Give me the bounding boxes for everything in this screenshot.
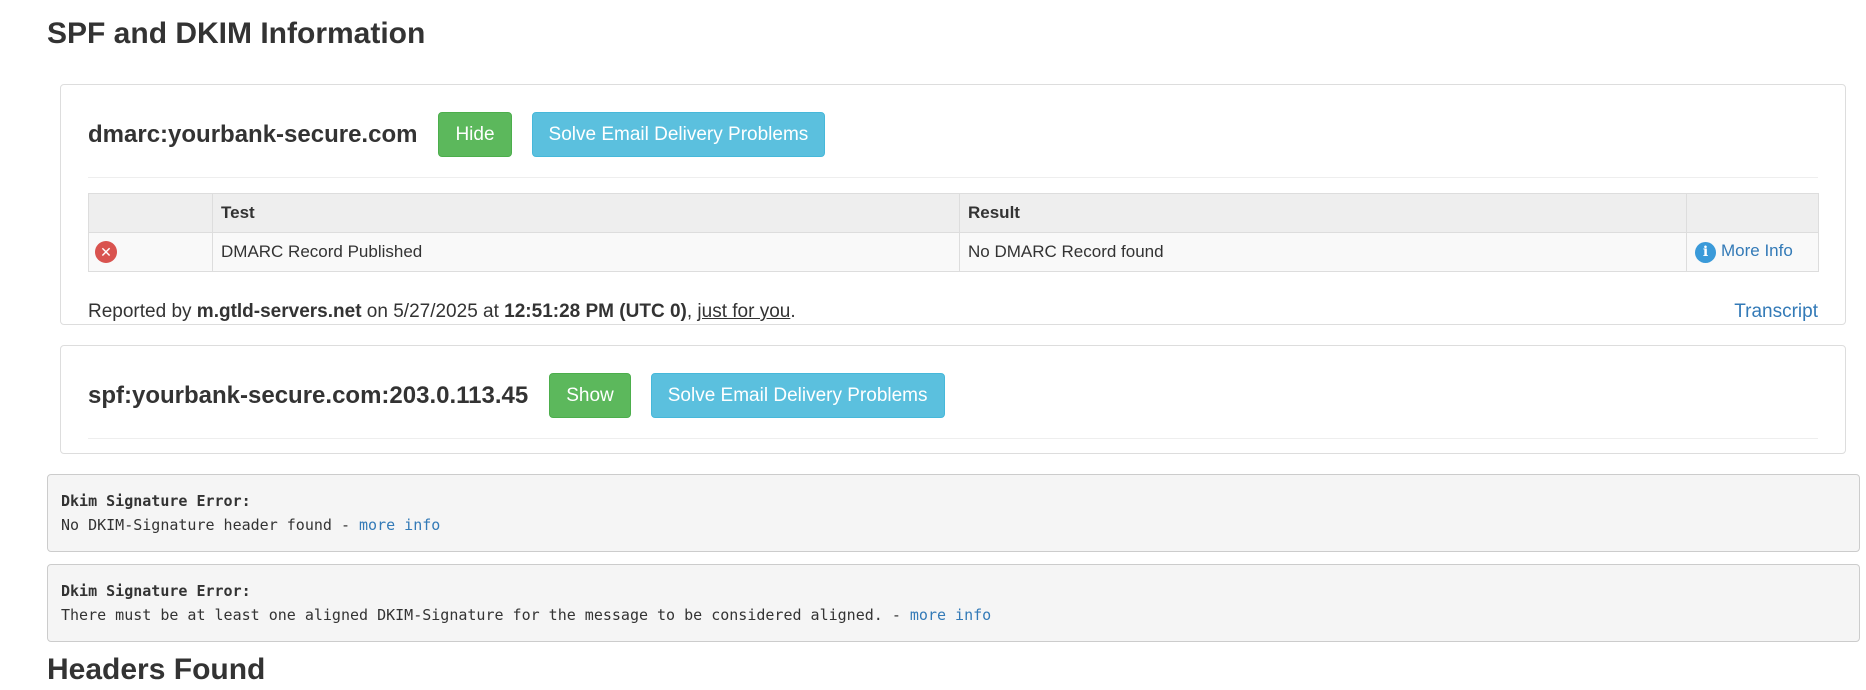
spf-panel: spf:yourbank-secure.com:203.0.113.45 Sho… bbox=[60, 345, 1846, 454]
table-header-row: Test Result bbox=[88, 193, 1819, 233]
spf-heading: spf:yourbank-secure.com:203.0.113.45 bbox=[88, 382, 529, 409]
report-on: on bbox=[361, 301, 394, 322]
solve-delivery-problems-button[interactable]: Solve Email Delivery Problems bbox=[531, 112, 826, 157]
more-info-cell: i More Info bbox=[1686, 232, 1819, 272]
dkim-error-box: Dkim Signature Error: No DKIM-Signature … bbox=[47, 474, 1860, 552]
report-prefix: Reported by bbox=[88, 301, 197, 322]
more-info-link[interactable]: more info bbox=[910, 606, 991, 624]
dmarc-results-table: Test Result ✕ DMARC Record Published No … bbox=[88, 193, 1819, 272]
dmarc-heading: dmarc:yourbank-secure.com bbox=[88, 121, 418, 148]
show-button[interactable]: Show bbox=[549, 373, 631, 418]
headers-found-heading: Headers Found bbox=[47, 653, 266, 686]
table-row: ✕ DMARC Record Published No DMARC Record… bbox=[88, 232, 1819, 272]
dkim-error-box: Dkim Signature Error: There must be at l… bbox=[47, 564, 1860, 642]
error-circle-icon: ✕ bbox=[95, 241, 117, 263]
column-header-result: Result bbox=[959, 193, 1687, 233]
dmarc-panel-header: dmarc:yourbank-secure.com Hide Solve Ema… bbox=[88, 112, 1818, 178]
report-line: Reported by m.gtld-servers.net on 5/27/2… bbox=[88, 300, 796, 324]
status-cell: ✕ bbox=[88, 232, 213, 272]
test-cell: DMARC Record Published bbox=[212, 232, 960, 272]
more-info-link[interactable]: more info bbox=[359, 516, 440, 534]
hide-button[interactable]: Hide bbox=[438, 112, 512, 157]
report-at: at bbox=[477, 301, 505, 322]
report-comma: , bbox=[686, 301, 698, 322]
spf-panel-header: spf:yourbank-secure.com:203.0.113.45 Sho… bbox=[88, 373, 1818, 439]
page-title: SPF and DKIM Information bbox=[47, 17, 426, 50]
solve-delivery-problems-button[interactable]: Solve Email Delivery Problems bbox=[650, 373, 945, 418]
report-time: 12:51:28 PM (UTC 0) bbox=[504, 301, 687, 322]
report-date: 5/27/2025 bbox=[393, 301, 478, 322]
report-period: . bbox=[790, 301, 796, 322]
dkim-error-message: There must be at least one aligned DKIM-… bbox=[61, 606, 910, 624]
column-header-test: Test bbox=[212, 193, 960, 233]
report-server: m.gtld-servers.net bbox=[196, 301, 362, 322]
info-icon: i bbox=[1695, 241, 1716, 263]
dmarc-panel: dmarc:yourbank-secure.com Hide Solve Ema… bbox=[60, 84, 1846, 325]
result-cell: No DMARC Record found bbox=[959, 232, 1687, 272]
transcript-link[interactable]: Transcript bbox=[1734, 300, 1818, 324]
more-info-link[interactable]: i More Info bbox=[1695, 241, 1793, 263]
column-header-info bbox=[1686, 193, 1819, 233]
just-for-you-link[interactable]: just for you bbox=[697, 301, 790, 322]
column-header-status bbox=[88, 193, 213, 233]
dkim-error-message: No DKIM-Signature header found - bbox=[61, 516, 360, 534]
more-info-label: More Info bbox=[1721, 241, 1793, 261]
dkim-error-title: Dkim Signature Error: bbox=[61, 582, 251, 600]
dkim-error-title: Dkim Signature Error: bbox=[61, 492, 251, 510]
